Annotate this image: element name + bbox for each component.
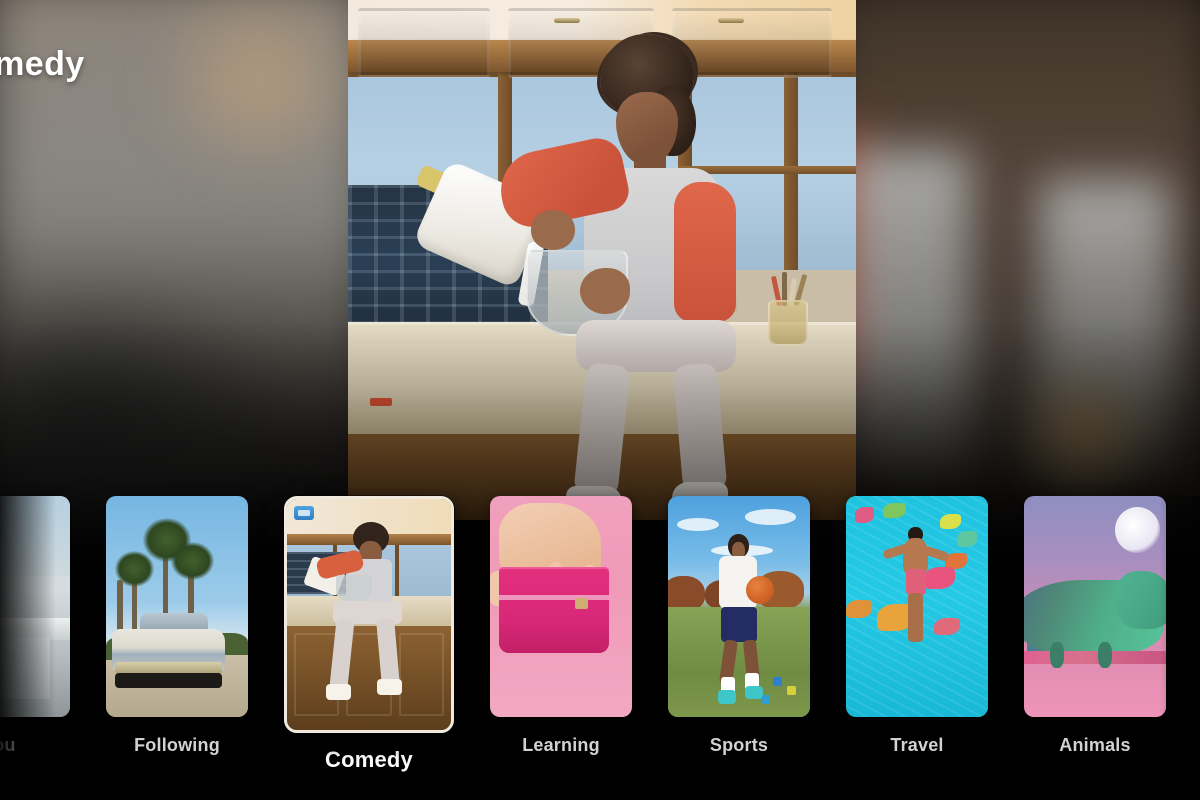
category-label: Following xyxy=(134,735,220,755)
category-thumbnail[interactable] xyxy=(846,496,988,717)
category-label-selected: Comedy xyxy=(325,747,413,772)
category-thumbnail[interactable] xyxy=(668,496,810,717)
category-card-learning[interactable]: Learning xyxy=(490,496,632,756)
video-badge-icon xyxy=(294,506,314,520)
category-label: Travel xyxy=(890,735,944,755)
category-thumbnail[interactable] xyxy=(490,496,632,717)
category-card-comedy[interactable]: Comedy xyxy=(284,496,454,773)
category-thumbnail[interactable] xyxy=(106,496,248,717)
category-carousel[interactable]: You xyxy=(0,496,1200,800)
category-card-animals[interactable]: Animals xyxy=(1024,496,1166,756)
page-title: Comedy xyxy=(0,45,85,83)
category-thumbnail[interactable] xyxy=(0,496,70,717)
category-label: Learning xyxy=(522,735,600,755)
category-card-you[interactable]: You xyxy=(0,496,70,756)
app-root: Comedy xyxy=(0,0,1200,800)
category-card-track: You xyxy=(0,496,1166,773)
category-card-following[interactable]: Following xyxy=(106,496,248,756)
category-card-travel[interactable]: Travel xyxy=(846,496,988,756)
category-label: You xyxy=(0,735,16,755)
category-label: Animals xyxy=(1059,735,1131,755)
category-thumbnail[interactable] xyxy=(1024,496,1166,717)
category-card-sports[interactable]: Sports xyxy=(668,496,810,756)
category-label: Sports xyxy=(709,735,769,755)
category-thumbnail-selected[interactable] xyxy=(284,496,454,733)
